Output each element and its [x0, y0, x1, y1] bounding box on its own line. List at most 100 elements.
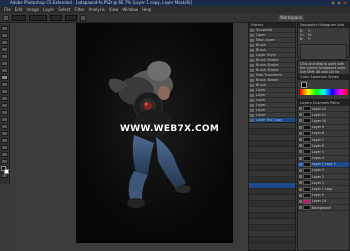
layer-thumbnail	[303, 205, 311, 211]
brush-tool-icon[interactable]	[1, 75, 8, 80]
eyedropper-tool-icon[interactable]	[1, 159, 8, 164]
menu-bar: File Edit Image Layer Select Filter Anal…	[0, 6, 350, 13]
eye-icon[interactable]	[299, 113, 302, 117]
eye-icon[interactable]	[299, 187, 302, 191]
eye-icon[interactable]	[299, 175, 302, 179]
history-brush-tool-icon[interactable]	[1, 89, 8, 94]
dodge-tool-icon[interactable]	[1, 117, 8, 122]
path-selection-tool-icon[interactable]	[1, 138, 8, 143]
layers-panel: Layers Channels Paths Layer 12 Layer 11 …	[297, 100, 350, 251]
lasso-tool-icon[interactable]	[1, 40, 8, 45]
menu-select[interactable]: Select	[58, 6, 70, 13]
layer-row[interactable]: Background	[298, 205, 349, 212]
eye-icon[interactable]	[299, 193, 302, 197]
document-canvas[interactable]: WWW.WEB7X.COM	[76, 23, 233, 243]
eye-icon[interactable]	[299, 168, 302, 172]
notes-tool-icon[interactable]	[1, 152, 8, 157]
history-step-icon	[250, 63, 254, 67]
eye-icon[interactable]	[299, 119, 302, 123]
watermark-text: WWW.WEB7X.COM	[120, 124, 220, 134]
eye-icon[interactable]	[299, 131, 302, 135]
color-panel: Color Swatches Styles	[297, 74, 350, 100]
layer-thumbnail	[303, 112, 311, 118]
eye-icon[interactable]	[299, 162, 302, 166]
workspace-button[interactable]: Workspace	[278, 14, 304, 21]
menu-view[interactable]: View	[109, 6, 119, 13]
minimize-icon[interactable]	[331, 1, 335, 5]
layer-thumbnail	[303, 198, 311, 204]
history-step-icon	[250, 53, 254, 57]
layer-thumbnail	[303, 161, 311, 167]
menu-layer[interactable]: Layer	[43, 6, 54, 13]
magic-wand-tool-icon[interactable]	[1, 47, 8, 52]
menu-filter[interactable]: Filter	[74, 6, 84, 13]
history-step-icon	[250, 78, 254, 82]
slice-tool-icon[interactable]	[1, 61, 8, 66]
move-tool-icon[interactable]	[1, 26, 8, 31]
tool-preset-button[interactable]	[3, 14, 9, 21]
pen-tool-icon[interactable]	[1, 124, 8, 129]
gradient-tool-icon[interactable]	[1, 103, 8, 108]
layer-thumbnail	[303, 186, 311, 192]
layer-thumbnail	[303, 124, 311, 130]
history-step-icon	[250, 43, 254, 47]
history-step-icon	[250, 93, 254, 97]
layer-thumbnail	[303, 143, 311, 149]
history-step-icon	[250, 73, 254, 77]
eye-icon[interactable]	[299, 107, 302, 111]
eye-icon[interactable]	[299, 181, 302, 185]
eye-icon[interactable]	[299, 150, 302, 154]
stamp-tool-icon[interactable]	[1, 82, 8, 87]
history-step-icon	[250, 113, 254, 117]
toolbox	[0, 24, 10, 184]
layer-thumbnail	[303, 192, 311, 198]
menu-help[interactable]: Help	[142, 6, 151, 13]
layer-thumbnail	[303, 130, 311, 136]
shape-tool-icon[interactable]	[1, 145, 8, 150]
menu-analysis[interactable]: Analysis	[88, 6, 104, 13]
brush-picker[interactable]	[12, 14, 26, 21]
history-step-icon	[250, 88, 254, 92]
layer-thumbnail	[303, 167, 311, 173]
history-step-icon	[250, 83, 254, 87]
menu-image[interactable]: Image	[26, 6, 39, 13]
history-step-icon	[250, 58, 254, 62]
blur-tool-icon[interactable]	[1, 110, 8, 115]
flow-field[interactable]	[65, 14, 77, 21]
airbrush-button[interactable]	[80, 14, 86, 21]
background-color-swatch[interactable]	[4, 169, 9, 174]
eye-icon[interactable]	[299, 138, 302, 142]
history-step-icon	[250, 48, 254, 52]
info-panel: Navigator Histogram Info R: G: B: C: M: …	[297, 22, 350, 60]
layer-thumbnail	[303, 106, 311, 112]
crop-tool-icon[interactable]	[1, 54, 8, 59]
info-y: Y:	[307, 37, 311, 41]
menu-file[interactable]: File	[4, 6, 11, 13]
opacity-field[interactable]	[50, 14, 62, 21]
maximize-icon[interactable]	[337, 1, 341, 5]
eye-icon[interactable]	[299, 156, 302, 160]
marquee-tool-icon[interactable]	[1, 33, 8, 38]
eye-icon[interactable]	[299, 206, 302, 210]
type-tool-icon[interactable]	[1, 131, 8, 136]
history-step-icon	[250, 108, 254, 112]
info-b: B:	[300, 37, 304, 41]
menu-window[interactable]: Window	[122, 6, 138, 13]
eye-icon[interactable]	[299, 144, 302, 148]
close-icon[interactable]	[343, 1, 347, 5]
mode-select[interactable]	[29, 14, 47, 21]
eye-icon[interactable]	[299, 199, 302, 203]
panel-row[interactable]	[249, 237, 295, 243]
color-foreground-swatch[interactable]	[301, 82, 307, 88]
color-spectrum-bar[interactable]	[300, 89, 348, 95]
color-panel-header[interactable]: Color Swatches Styles	[298, 75, 349, 80]
layer-thumbnail	[303, 118, 311, 124]
history-step-icon	[250, 98, 254, 102]
menu-edit[interactable]: Edit	[15, 6, 23, 13]
history-panel: History Snapshot Open New Layer Brush Br…	[248, 22, 296, 123]
healing-tool-icon[interactable]	[1, 68, 8, 73]
history-step-icon	[250, 33, 254, 37]
eraser-tool-icon[interactable]	[1, 96, 8, 101]
eye-icon[interactable]	[299, 125, 302, 129]
history-step-icon	[250, 38, 254, 42]
